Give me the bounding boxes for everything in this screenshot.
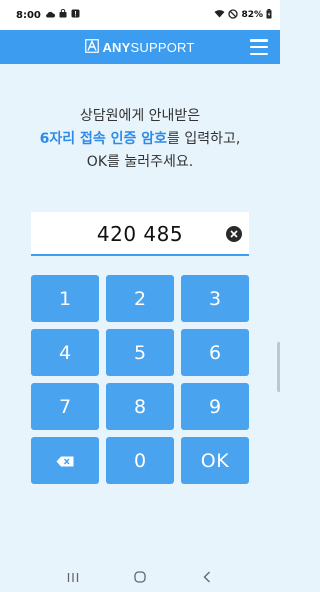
- key-7[interactable]: 7: [31, 383, 99, 430]
- menu-line: [250, 52, 268, 55]
- alert-icon: [71, 9, 80, 21]
- key-6[interactable]: 6: [181, 329, 249, 376]
- do-not-disturb-icon: [228, 8, 239, 22]
- key-9[interactable]: 9: [181, 383, 249, 430]
- menu-line: [250, 39, 268, 42]
- keypad: 1 2 3 4 5 6 7 8 9 0 OK: [31, 275, 249, 484]
- recent-apps-icon[interactable]: [61, 567, 85, 587]
- backspace-icon: [56, 450, 74, 472]
- key-1[interactable]: 1: [31, 275, 99, 322]
- ok-button[interactable]: OK: [181, 437, 249, 484]
- app-header: ANYSUPPORT: [0, 30, 280, 64]
- auth-code-input[interactable]: 420 485: [31, 212, 249, 256]
- anysupport-logo: ANYSUPPORT: [85, 38, 194, 57]
- key-8[interactable]: 8: [106, 383, 174, 430]
- instruction-text: 상담원에게 안내받은 6자리 접속 인증 암호를 입력하고, OK를 눌러주세요…: [0, 105, 280, 174]
- key-3[interactable]: 3: [181, 275, 249, 322]
- backspace-button[interactable]: [31, 437, 99, 484]
- hamburger-menu-icon[interactable]: [250, 39, 268, 55]
- back-icon[interactable]: [195, 567, 219, 587]
- system-nav-bar: [0, 562, 280, 592]
- key-0[interactable]: 0: [106, 437, 174, 484]
- battery-percent: 82%: [241, 10, 263, 20]
- status-right: 82%: [214, 8, 272, 22]
- wifi-icon: [214, 9, 225, 21]
- logo-text-rest: SUPPORT: [130, 39, 195, 55]
- clear-icon[interactable]: [226, 226, 242, 242]
- status-time: 8:00: [16, 9, 41, 21]
- instruction-line-1: 상담원에게 안내받은: [79, 108, 201, 124]
- logo-mark-icon: [85, 38, 100, 57]
- edge-panel-handle[interactable]: [277, 342, 280, 392]
- instruction-line-3: OK를 눌러주세요.: [86, 154, 194, 170]
- logo-text: ANYSUPPORT: [102, 40, 194, 55]
- instruction-line-2-rest: 를 입력하고,: [167, 131, 241, 147]
- auth-code-value: 420 485: [96, 222, 184, 246]
- key-4[interactable]: 4: [31, 329, 99, 376]
- status-left: 8:00: [16, 8, 80, 21]
- menu-line: [250, 45, 268, 49]
- instruction-highlight: 6자리 접속 인증 암호: [39, 131, 168, 147]
- key-2[interactable]: 2: [106, 275, 174, 322]
- instruction-line-2: 6자리 접속 인증 암호를 입력하고,: [0, 128, 280, 151]
- home-icon[interactable]: [128, 567, 152, 587]
- cloud-icon: [45, 10, 55, 21]
- battery-icon: [266, 8, 272, 22]
- key-5[interactable]: 5: [106, 329, 174, 376]
- shopping-bag-icon: [59, 8, 67, 21]
- status-bar: 8:00 82%: [0, 0, 280, 30]
- logo-text-bold: ANY: [102, 39, 131, 55]
